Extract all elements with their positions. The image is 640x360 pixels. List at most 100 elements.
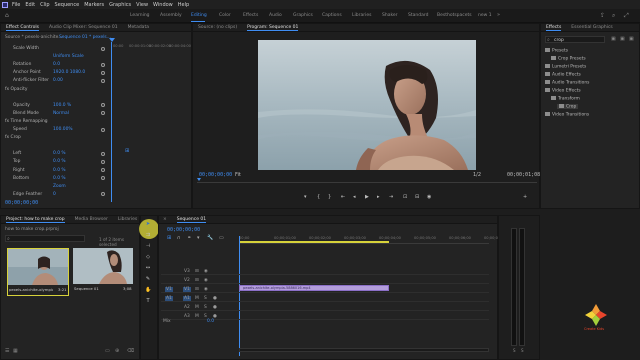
captions-icon[interactable]: ▭ xyxy=(219,235,224,241)
workspace-effects[interactable]: Effects xyxy=(243,13,258,18)
workspace-graphics[interactable]: Graphics xyxy=(293,13,313,18)
effect-property-value[interactable]: Zoom xyxy=(53,184,66,189)
workspace-assembly[interactable]: Assembly xyxy=(160,13,182,18)
timeline-settings-icon[interactable]: 🔧 xyxy=(207,235,213,241)
effect-property-value[interactable]: 0.0 % xyxy=(53,168,66,173)
add-marker-timeline-icon[interactable]: ▾ xyxy=(197,235,200,241)
reset-parameter-icon[interactable] xyxy=(101,176,105,181)
zoom-fit-dropdown[interactable]: Fit xyxy=(235,172,241,178)
solo-icon[interactable]: S xyxy=(204,296,207,301)
program-playhead-timecode[interactable]: 00;00;00;00 xyxy=(199,172,232,178)
razor-tool-icon[interactable]: ◇ xyxy=(145,254,151,260)
workspace-standard[interactable]: Standard xyxy=(408,13,428,18)
tab-sequence-01[interactable]: Sequence 01 xyxy=(176,217,207,223)
workspace-audio[interactable]: Audio xyxy=(269,13,282,18)
reset-parameter-icon[interactable] xyxy=(101,103,105,108)
track-select-tool-icon[interactable]: ⇉ xyxy=(145,232,151,238)
effect-property-value[interactable]: Uniform Scale xyxy=(53,54,84,59)
effect-property-value[interactable]: 0.0 % xyxy=(53,159,66,164)
menu-markers[interactable]: Markers xyxy=(84,2,104,8)
project-item-clip[interactable]: pexels-anichite-olympia-m... 3:21 xyxy=(7,248,69,296)
ripple-edit-tool-icon[interactable]: ⊣ xyxy=(145,243,151,249)
audio-track-row[interactable] xyxy=(161,294,489,302)
tab-program-monitor[interactable]: Program: Sequence 01 xyxy=(247,25,299,31)
ec-playhead[interactable] xyxy=(111,42,112,202)
reset-parameter-icon[interactable] xyxy=(101,46,105,51)
ec-playhead-head-icon[interactable] xyxy=(109,38,115,42)
effects-tree-item[interactable]: Lumetri Presets xyxy=(545,64,586,69)
effect-property-value[interactable]: 0.0 % xyxy=(53,151,66,156)
voiceover-icon[interactable]: ● xyxy=(213,305,217,310)
sync-lock-icon[interactable]: ⊟ xyxy=(195,269,199,274)
effect-property-value[interactable]: 0.00 xyxy=(53,78,63,83)
close-sequence-icon[interactable]: × xyxy=(163,217,167,222)
menu-edit[interactable]: Edit xyxy=(25,2,35,8)
workspace-shaker[interactable]: Shaker xyxy=(382,13,398,18)
list-view-icon[interactable]: ☰ xyxy=(5,348,9,354)
solo-icon[interactable]: S xyxy=(204,314,207,319)
reset-parameter-icon[interactable] xyxy=(101,62,105,67)
menu-sequence[interactable]: Sequence xyxy=(55,2,80,8)
effect-property-value[interactable]: Normal xyxy=(53,111,69,116)
workspace-libraries[interactable]: Libraries xyxy=(352,13,371,18)
effect-property-value[interactable]: 0.0 xyxy=(53,62,60,67)
accelerated-effects-icon[interactable]: ▣ xyxy=(611,36,616,42)
tab-essential-graphics[interactable]: Essential Graphics xyxy=(571,25,612,30)
track-name-label[interactable]: V3 xyxy=(183,269,191,274)
menu-help[interactable]: Help xyxy=(178,2,189,8)
export-frame-icon[interactable]: ◉ xyxy=(427,194,431,200)
crop-handle-icon[interactable]: ⊞ xyxy=(125,148,129,154)
track-name-label[interactable]: A2 xyxy=(183,305,191,310)
sequence-clip-label[interactable]: Sequence 01 * pexels... xyxy=(59,35,111,40)
voiceover-icon[interactable]: ● xyxy=(213,314,217,319)
project-item-sequence[interactable]: Sequence 01 3;08 xyxy=(73,248,135,296)
add-marker-icon[interactable]: ▾ xyxy=(304,194,307,200)
workspace-new-1[interactable]: new 1 xyxy=(478,13,492,18)
tab-effects[interactable]: Effects xyxy=(546,25,562,31)
reset-parameter-icon[interactable] xyxy=(101,159,105,164)
timeline-timecode[interactable]: 00;00;00;00 xyxy=(167,227,200,233)
tab-metadata[interactable]: Metadata xyxy=(128,25,149,30)
effect-property-value[interactable]: 0.0 % xyxy=(53,176,66,181)
effects-tree-item[interactable]: Video Transitions xyxy=(545,112,589,117)
toggle-output-icon[interactable]: ◉ xyxy=(204,278,208,283)
effects-tree-item[interactable]: Crop Presets xyxy=(551,56,586,61)
linked-selection-icon[interactable]: ⚭ xyxy=(187,235,191,241)
sync-lock-icon[interactable]: ⊟ xyxy=(195,278,199,283)
new-bin-icon[interactable]: ▭ xyxy=(105,348,110,354)
search-help-icon[interactable]: ⌕ xyxy=(612,12,615,20)
button-editor-icon[interactable]: + xyxy=(523,194,527,200)
effects-tree-item[interactable]: Crop xyxy=(557,104,579,110)
effects-search-field[interactable]: ⌕ crop xyxy=(545,36,605,43)
solo-icon[interactable]: S xyxy=(204,305,207,310)
sync-lock-icon[interactable]: ⊟ xyxy=(195,287,199,292)
mute-icon[interactable]: M xyxy=(195,296,199,301)
insert-icon[interactable]: ⊡ xyxy=(403,194,407,200)
program-time-ruler[interactable] xyxy=(197,180,537,183)
hand-tool-icon[interactable]: ✋ xyxy=(145,287,151,293)
workspace-besthotspacets[interactable]: Besthotspacets xyxy=(437,13,472,18)
source-clip-label[interactable]: Source * pexels-anichite... xyxy=(5,35,62,40)
toggle-output-icon[interactable]: ◉ xyxy=(204,287,208,292)
effects-tree-item[interactable]: Audio Transitions xyxy=(545,80,589,85)
overwrite-icon[interactable]: ⊟ xyxy=(415,194,419,200)
audio-track-row[interactable] xyxy=(161,303,489,311)
timeline-scrollbar[interactable] xyxy=(239,348,489,352)
yuv-effects-icon[interactable]: ▣ xyxy=(629,36,634,42)
track-name-label[interactable]: V1 xyxy=(183,286,191,292)
effects-search-input[interactable]: crop xyxy=(554,38,564,43)
32-bit-effects-icon[interactable]: ▣ xyxy=(620,36,625,42)
mark-in-icon[interactable]: { xyxy=(317,194,320,200)
menu-window[interactable]: Window xyxy=(153,2,173,8)
effect-property-value[interactable]: 0 xyxy=(53,192,56,197)
home-icon[interactable]: ⌂ xyxy=(5,12,9,19)
workspace-color[interactable]: Color xyxy=(219,13,231,18)
mute-icon[interactable]: M xyxy=(195,314,199,319)
reset-parameter-icon[interactable] xyxy=(101,168,105,172)
quick-export-icon[interactable]: ⇪ xyxy=(600,12,605,19)
tab-source-monitor[interactable]: Source: (no clips) xyxy=(198,25,237,30)
source-patch-label[interactable]: V1 xyxy=(165,286,173,292)
nest-toggle-icon[interactable]: ⊞ xyxy=(167,235,171,241)
reset-parameter-icon[interactable] xyxy=(101,127,105,132)
mark-out-icon[interactable]: } xyxy=(328,194,331,200)
